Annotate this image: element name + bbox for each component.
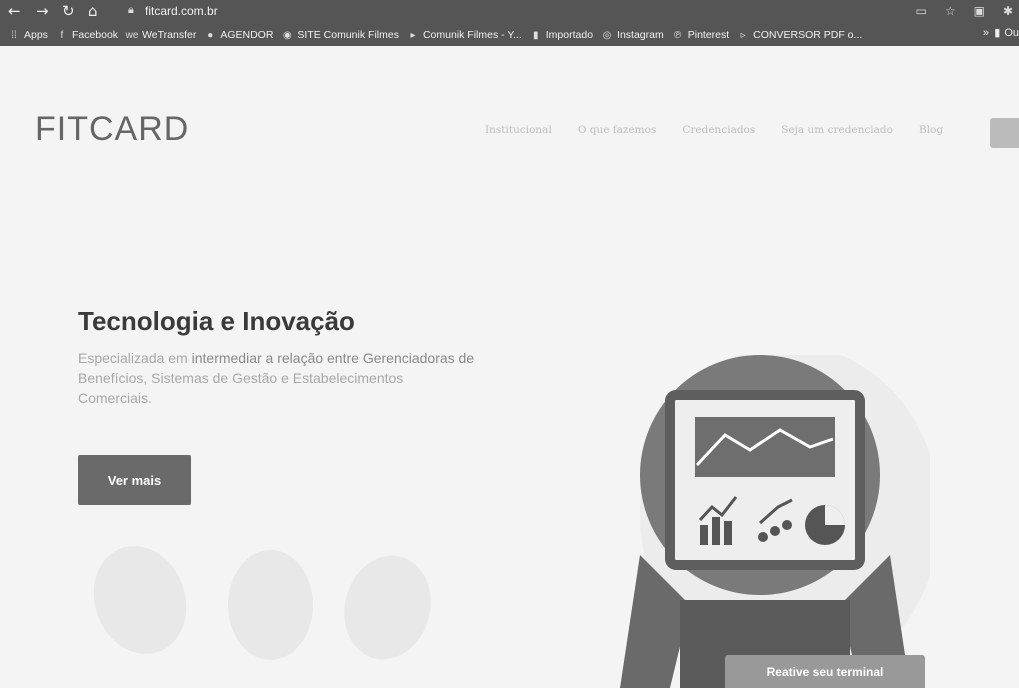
bookmark-conversor-pdf[interactable]: ▹ CONVERSOR PDF o... [737, 29, 863, 41]
globe-icon: ◉ [283, 29, 292, 41]
apps-grid-icon: ⁞⁞ [11, 29, 17, 41]
browser-right-icons: ▭ ☆ ▣ ✱ [915, 4, 1013, 18]
pdf-icon: ▹ [740, 29, 746, 41]
agendor-icon: ● [207, 29, 214, 41]
bookmark-label: SITE Comunik Filmes [297, 29, 399, 41]
site-logo[interactable]: FITCARD [35, 110, 189, 149]
hero-subtitle: Especializada em intermediar a relação e… [78, 348, 558, 408]
ver-mais-button[interactable]: Ver mais [78, 455, 191, 505]
bookmark-label: WeTransfer [142, 29, 197, 41]
bookmark-label: Apps [24, 29, 48, 41]
nav-institucional[interactable]: Institucional [485, 124, 552, 136]
bookmark-facebook[interactable]: f Facebook [56, 29, 119, 41]
bookmark-instagram[interactable]: ◎ Instagram [601, 29, 664, 41]
bookmark-pinterest[interactable]: ℗ Pinterest [672, 29, 729, 41]
nav-credenciados[interactable]: Credenciados [682, 124, 755, 136]
folder-icon: ▮ [533, 29, 539, 41]
bookmark-importado[interactable]: ▮ Importado [530, 29, 593, 41]
decorative-blob [228, 550, 313, 660]
back-arrow-icon[interactable]: ← [8, 2, 21, 20]
bookmark-comunik-youtube[interactable]: ▸ Comunik Filmes - Y... [407, 29, 522, 41]
bookmark-label: Instagram [617, 29, 664, 41]
hero-subtitle-part1: Especializada em [78, 350, 192, 366]
bookmark-label: Ou [1004, 26, 1019, 39]
extension-icon[interactable]: ▣ [974, 4, 985, 18]
hero-title: Tecnologia e Inovação [78, 306, 355, 336]
install-app-icon[interactable]: ▭ [915, 4, 926, 18]
pie-chart-icon [805, 505, 845, 545]
hero-subtitle-part2: intermediar a relação entre Gerenciadora… [191, 350, 475, 366]
wetransfer-icon: we [125, 29, 139, 41]
puzzle-icon[interactable]: ✱ [1003, 4, 1013, 18]
forward-arrow-icon[interactable]: → [36, 2, 49, 20]
nav-blog[interactable]: Blog [919, 124, 943, 136]
reload-icon[interactable]: ↻ [62, 2, 75, 20]
bookmark-label: Comunik Filmes - Y... [422, 29, 522, 41]
bookmark-site-comunik[interactable]: ◉ SITE Comunik Filmes [281, 29, 399, 41]
facebook-icon: f [60, 29, 64, 41]
youtube-icon: ▸ [410, 29, 416, 41]
home-icon[interactable]: ⌂ [88, 2, 98, 20]
decorative-blob [332, 545, 443, 670]
reativar-terminal-button[interactable]: Reative seu terminal [725, 655, 925, 688]
address-bar[interactable]: fitcard.com.br [145, 4, 218, 18]
decorative-blob [78, 532, 202, 668]
bookmark-wetransfer[interactable]: we WeTransfer [125, 29, 197, 41]
pinterest-icon: ℗ [674, 29, 682, 41]
bookmark-label: Importado [545, 29, 594, 41]
bookmark-label: Facebook [71, 29, 119, 41]
bookmark-label: AGENDOR [220, 29, 274, 41]
instagram-icon: ◎ [602, 29, 612, 41]
browser-nav-row: ← → ↻ ⌂ 🔒︎ fitcard.com.br ▭ ☆ ▣ ✱ [0, 0, 1019, 24]
analytics-tablet-illustration [620, 355, 930, 688]
bookmark-agendor[interactable]: ● AGENDOR [204, 29, 273, 41]
lock-icon[interactable]: 🔒︎ [128, 4, 134, 17]
bookmarks-bar: ⁞⁞ Apps f Facebook we WeTransfer ● AGENDOR ◉… [0, 24, 1019, 46]
bookmark-apps[interactable]: ⁞⁞ Apps [8, 29, 48, 41]
hero-subtitle-line3: Comerciais. [78, 390, 152, 406]
hero-subtitle-line2: Benefícios, Sistemas de Gestão e Estabel… [78, 370, 404, 386]
folder-icon: ▮ [994, 27, 1001, 39]
bookmarks-overflow-button[interactable]: » [983, 27, 989, 39]
browser-toolbar: ← → ↻ ⌂ 🔒︎ fitcard.com.br ▭ ☆ ▣ ✱ ⁞⁞ Apps… [0, 0, 1019, 46]
bookmark-label: Pinterest [687, 29, 730, 41]
bookmark-label: CONVERSOR PDF o... [753, 29, 863, 41]
bookmark-star-icon[interactable]: ☆ [945, 4, 956, 18]
nav-o-que-fazemos[interactable]: O que fazemos [578, 124, 657, 136]
nav-seja-credenciado[interactable]: Seja um credenciado [781, 124, 893, 136]
site-nav: Institucional O que fazemos Credenciados… [485, 124, 943, 136]
bookmark-other[interactable]: ▮ Ou [994, 26, 1019, 40]
login-button[interactable] [990, 118, 1019, 148]
